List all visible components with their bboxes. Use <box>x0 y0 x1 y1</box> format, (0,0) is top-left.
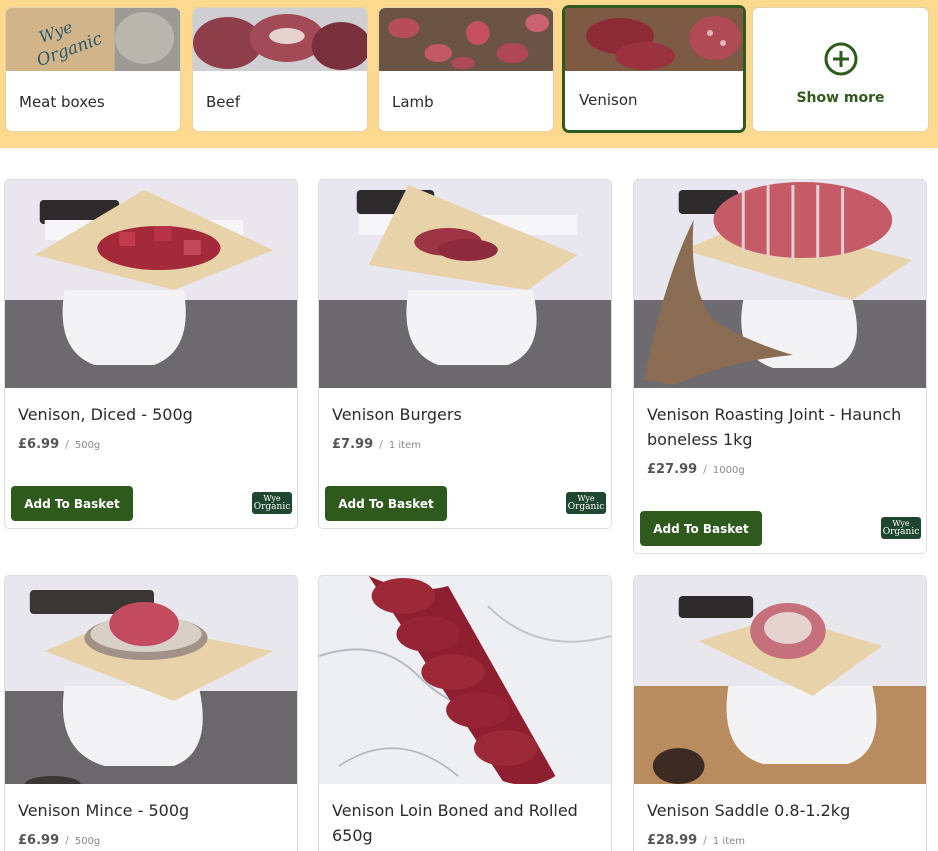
wye-organic-badge: Wye Organic <box>252 492 292 514</box>
add-to-basket-button[interactable]: Add To Basket <box>640 511 762 546</box>
wye-organic-badge: Wye Organic <box>566 492 606 514</box>
venison-image <box>565 8 743 71</box>
product-image <box>5 576 297 784</box>
product-title[interactable]: Venison Burgers <box>332 402 599 427</box>
wye-organic-badge: Wye Organic <box>881 517 921 539</box>
price-amount: £6.99 <box>18 437 60 452</box>
product-image <box>5 180 297 388</box>
price-unit: 500g <box>74 836 101 847</box>
product-card[interactable]: Venison Saddle 0.8-1.2kg £28.99 / 1 item <box>633 575 927 851</box>
show-more-button[interactable]: Show more <box>752 7 929 132</box>
beef-image <box>193 8 367 71</box>
price-separator: / <box>65 438 69 451</box>
price-amount: £27.99 <box>647 462 698 477</box>
category-label: Meat boxes <box>19 93 105 111</box>
price-unit: 1 item <box>712 836 746 847</box>
product-card[interactable]: Venison Roasting Joint - Haunch boneless… <box>633 179 927 554</box>
price-amount: £28.99 <box>647 833 698 848</box>
product-price: £28.99 / 1 item <box>647 833 745 848</box>
add-to-basket-button[interactable]: Add To Basket <box>325 486 447 521</box>
category-label: Lamb <box>392 93 434 111</box>
category-card-venison[interactable]: Venison <box>562 5 746 133</box>
product-price: £6.99 / 500g <box>18 437 100 452</box>
product-card[interactable]: Venison Mince - 500g £6.99 / 500g <box>4 575 298 851</box>
product-title[interactable]: Venison Loin Boned and Rolled 650g <box>332 798 599 848</box>
category-strip: Wye Organic Meat boxes Beef Lamb Venison… <box>0 0 938 148</box>
show-more-label: Show more <box>796 90 885 106</box>
meat-boxes-image: Wye Organic <box>6 8 180 71</box>
product-title[interactable]: Venison Saddle 0.8-1.2kg <box>647 798 914 823</box>
product-card[interactable]: Venison Burgers £7.99 / 1 item Add To Bask… <box>318 179 612 529</box>
product-title[interactable]: Venison Mince - 500g <box>18 798 285 823</box>
price-amount: £6.99 <box>18 833 60 848</box>
product-card[interactable]: Venison Loin Boned and Rolled 650g <box>318 575 612 851</box>
category-card-meat-boxes[interactable]: Wye Organic Meat boxes <box>5 7 181 132</box>
product-title[interactable]: Venison Roasting Joint - Haunch boneless… <box>647 402 914 452</box>
product-image <box>319 576 611 784</box>
price-unit: 1000g <box>712 465 745 476</box>
lamb-image <box>379 8 553 71</box>
price-unit: 1 item <box>388 440 421 451</box>
price-separator: / <box>65 834 69 847</box>
category-label: Venison <box>579 91 638 109</box>
product-card[interactable]: Venison, Diced - 500g £6.99 / 500g Add To … <box>4 179 298 529</box>
category-card-beef[interactable]: Beef <box>192 7 368 132</box>
category-label: Beef <box>206 93 241 111</box>
price-amount: £7.99 <box>332 437 374 452</box>
product-title[interactable]: Venison, Diced - 500g <box>18 402 285 427</box>
product-price: £6.99 / 500g <box>18 833 100 848</box>
product-image <box>634 180 926 388</box>
price-unit: 500g <box>74 440 101 451</box>
add-to-basket-button[interactable]: Add To Basket <box>11 486 133 521</box>
category-card-lamb[interactable]: Lamb <box>378 7 554 132</box>
product-image <box>319 180 611 388</box>
price-separator: / <box>379 438 383 451</box>
product-price: £7.99 / 1 item <box>332 437 421 452</box>
plus-circle-icon <box>824 42 858 76</box>
price-separator: / <box>703 463 707 476</box>
price-separator: / <box>703 834 707 847</box>
product-image <box>634 576 926 784</box>
product-price: £27.99 / 1000g <box>647 462 745 477</box>
